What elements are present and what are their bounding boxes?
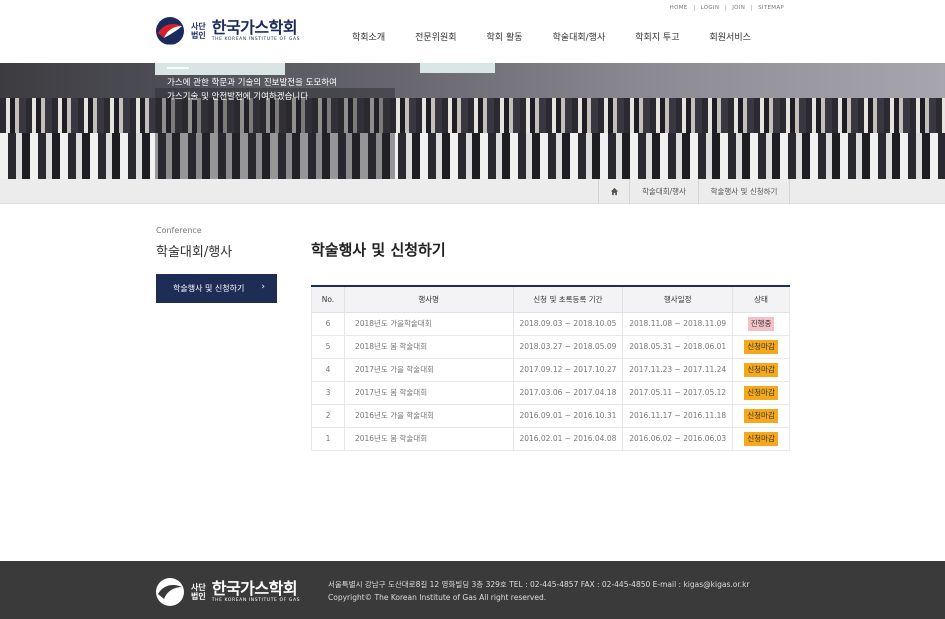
row-period: 2018.03.27 ~ 2018.05.09: [513, 335, 624, 359]
row-event-name[interactable]: 2016년도 봄 학술대회: [344, 427, 514, 451]
event-table: No. 행사명 신청 및 초록등록 기간 행사일정 상태 6 2018년도 가을…: [311, 285, 790, 451]
nav-item-conference[interactable]: 학술대회/행사: [553, 30, 606, 43]
row-event-name[interactable]: 2018년도 가을학술대회: [344, 312, 514, 336]
nav-item-committee[interactable]: 전문위원회: [415, 30, 456, 43]
row-no: 1: [311, 427, 345, 451]
row-event-name[interactable]: 2016년도 가을 학술대회: [344, 404, 514, 428]
logo-name: 한국가스학회: [211, 18, 298, 37]
site-header: 사단 법인 한국가스학회 THE KOREAN INSTITUTE OF GAS…: [0, 0, 945, 63]
row-no: 2: [311, 404, 345, 428]
home-icon[interactable]: [598, 179, 630, 204]
hero-banner: [0, 63, 945, 179]
footer-logo-corp-line1: 사단: [191, 583, 206, 592]
column-header-no: No.: [311, 286, 345, 313]
footer-info: 서울특별시 강남구 도산대로8길 12 영화빌딩 3층 329호 TEL : 0…: [328, 578, 750, 604]
footer-logo-corp-line2: 법인: [191, 592, 206, 601]
row-event-name[interactable]: 2017년도 봄 학술대회: [344, 381, 514, 405]
row-status: 신청마감: [732, 381, 790, 405]
row-period: 2017.03.06 ~ 2017.04.18: [513, 381, 624, 405]
status-badge: 신청마감: [744, 431, 778, 446]
table-row[interactable]: 4 2017년도 가을 학술대회 2017.09.12 ~ 2017.10.27…: [311, 358, 790, 382]
logo-text: 한국가스학회 THE KOREAN INSTITUTE OF GAS: [212, 19, 300, 43]
hero-photo-crowd: [0, 133, 945, 179]
row-schedule: 2017.05.11 ~ 2017.05.12: [622, 381, 734, 405]
row-period: 2016.02.01 ~ 2016.04.08: [513, 427, 624, 451]
hero-description-line2: 가스기술 및 안전발전에 기여하겠습니다: [167, 92, 309, 102]
util-link-home[interactable]: HOME: [664, 5, 694, 11]
chevron-right-icon: ›: [261, 282, 265, 292]
side-title: 학술대회/행사: [156, 245, 233, 260]
row-period: 2018.09.03 ~ 2018.10.05: [513, 312, 624, 336]
nav-item-activities[interactable]: 학회 활동: [487, 30, 523, 43]
util-link-login[interactable]: LOGIN: [693, 5, 726, 11]
footer-address: 서울특별시 강남구 도산대로8길 12 영화빌딩 3층 329호 TEL : 0…: [328, 580, 750, 589]
row-no: 6: [311, 312, 345, 336]
row-schedule: 2017.11.23 ~ 2017.11.24: [622, 358, 734, 382]
row-no: 5: [311, 335, 345, 359]
logo-corp-line2: 법인: [191, 31, 206, 40]
column-header-status: 상태: [732, 286, 790, 313]
side-menu-item-label: 학술행사 및 신청하기: [173, 284, 245, 293]
hero-description-line1: 가스에 관한 학문과 기술의 진보발전을 도모하여: [167, 78, 337, 88]
nav-item-member-service[interactable]: 회원서비스: [710, 30, 751, 43]
breadcrumb: 학술대회/행사 학술행사 및 신청하기: [0, 179, 945, 204]
side-title-english: Conference: [156, 226, 202, 235]
main-nav: 학회소개 전문위원회 학회 활동 학술대회/행사 학회지 투고 회원서비스: [352, 30, 781, 43]
row-no: 4: [311, 358, 345, 382]
footer-logo: 사단 법인 한국가스학회 THE KOREAN INSTITUTE OF GAS: [155, 577, 300, 607]
utility-nav: HOME LOGIN JOIN SITEMAP: [664, 5, 790, 11]
status-badge: 신청마감: [744, 408, 778, 423]
footer-logo-corp-label: 사단 법인: [191, 583, 206, 601]
breadcrumb-item-current[interactable]: 학술행사 및 신청하기: [699, 179, 790, 204]
row-period: 2017.09.12 ~ 2017.10.27: [513, 358, 624, 382]
util-link-sitemap[interactable]: SITEMAP: [751, 5, 790, 11]
row-status: 신청마감: [732, 427, 790, 451]
footer-logo-mark-icon: [155, 577, 187, 607]
row-schedule: 2016.11.17 ~ 2016.11.18: [622, 404, 734, 428]
breadcrumb-item-conference[interactable]: 학술대회/행사: [630, 179, 699, 204]
page: 사단 법인 한국가스학회 THE KOREAN INSTITUTE OF GAS…: [0, 0, 945, 619]
site-footer: 사단 법인 한국가스학회 THE KOREAN INSTITUTE OF GAS…: [0, 561, 945, 619]
row-event-name[interactable]: 2017년도 가을 학술대회: [344, 358, 514, 382]
hero-divider: [167, 67, 189, 69]
table-row[interactable]: 2 2016년도 가을 학술대회 2016.09.01 ~ 2016.10.31…: [311, 404, 790, 428]
hero-title: The Korean Institute of Gas: [167, 41, 375, 60]
page-title: 학술행사 및 신청하기: [311, 241, 446, 259]
footer-logo-name: 한국가스학회: [211, 579, 298, 598]
table-header-row: No. 행사명 신청 및 초록등록 기간 행사일정 상태: [311, 286, 790, 313]
row-period: 2016.09.01 ~ 2016.10.31: [513, 404, 624, 428]
row-schedule: 2018.05.31 ~ 2018.06.01: [622, 335, 734, 359]
util-link-join[interactable]: JOIN: [725, 5, 751, 11]
column-header-name: 행사명: [344, 286, 514, 313]
row-event-name[interactable]: 2018년도 봄 학술대회: [344, 335, 514, 359]
nav-item-journal[interactable]: 학회지 투고: [635, 30, 679, 43]
column-header-period: 신청 및 초록등록 기간: [513, 286, 624, 313]
hero-description: 가스에 관한 학문과 기술의 진보발전을 도모하여 가스기술 및 안전발전에 기…: [167, 76, 337, 104]
footer-copyright: Copyright© The Korean Institute of Gas A…: [328, 593, 547, 602]
row-schedule: 2016.06.02 ~ 2016.06.03: [622, 427, 734, 451]
table-row[interactable]: 6 2018년도 가을학술대회 2018.09.03 ~ 2018.10.05 …: [311, 312, 790, 336]
table-row[interactable]: 5 2018년도 봄 학술대회 2018.03.27 ~ 2018.05.09 …: [311, 335, 790, 359]
row-no: 3: [311, 381, 345, 405]
row-status: 진행중: [732, 312, 790, 336]
side-menu-item-apply[interactable]: 학술행사 및 신청하기 ›: [156, 274, 277, 303]
table-row[interactable]: 1 2016년도 봄 학술대회 2016.02.01 ~ 2016.04.08 …: [311, 427, 790, 451]
hero-photo-screen: [155, 63, 285, 75]
row-schedule: 2018.11.08 ~ 2018.11.09: [622, 312, 734, 336]
row-status: 신청마감: [732, 358, 790, 382]
status-badge: 신청마감: [744, 339, 778, 354]
column-header-schedule: 행사일정: [622, 286, 734, 313]
footer-logo-english-name: THE KOREAN INSTITUTE OF GAS: [211, 598, 301, 603]
footer-logo-text: 한국가스학회 THE KOREAN INSTITUTE OF GAS: [212, 580, 300, 604]
row-status: 신청마감: [732, 404, 790, 428]
logo-corp-line1: 사단: [191, 22, 206, 31]
status-badge: 신청마감: [744, 385, 778, 400]
hero-photo-screen: [420, 63, 495, 73]
row-status: 신청마감: [732, 335, 790, 359]
table-row[interactable]: 3 2017년도 봄 학술대회 2017.03.06 ~ 2017.04.18 …: [311, 381, 790, 405]
status-badge[interactable]: 진행중: [747, 316, 775, 331]
status-badge: 신청마감: [744, 362, 778, 377]
logo-corp-label: 사단 법인: [191, 22, 206, 40]
